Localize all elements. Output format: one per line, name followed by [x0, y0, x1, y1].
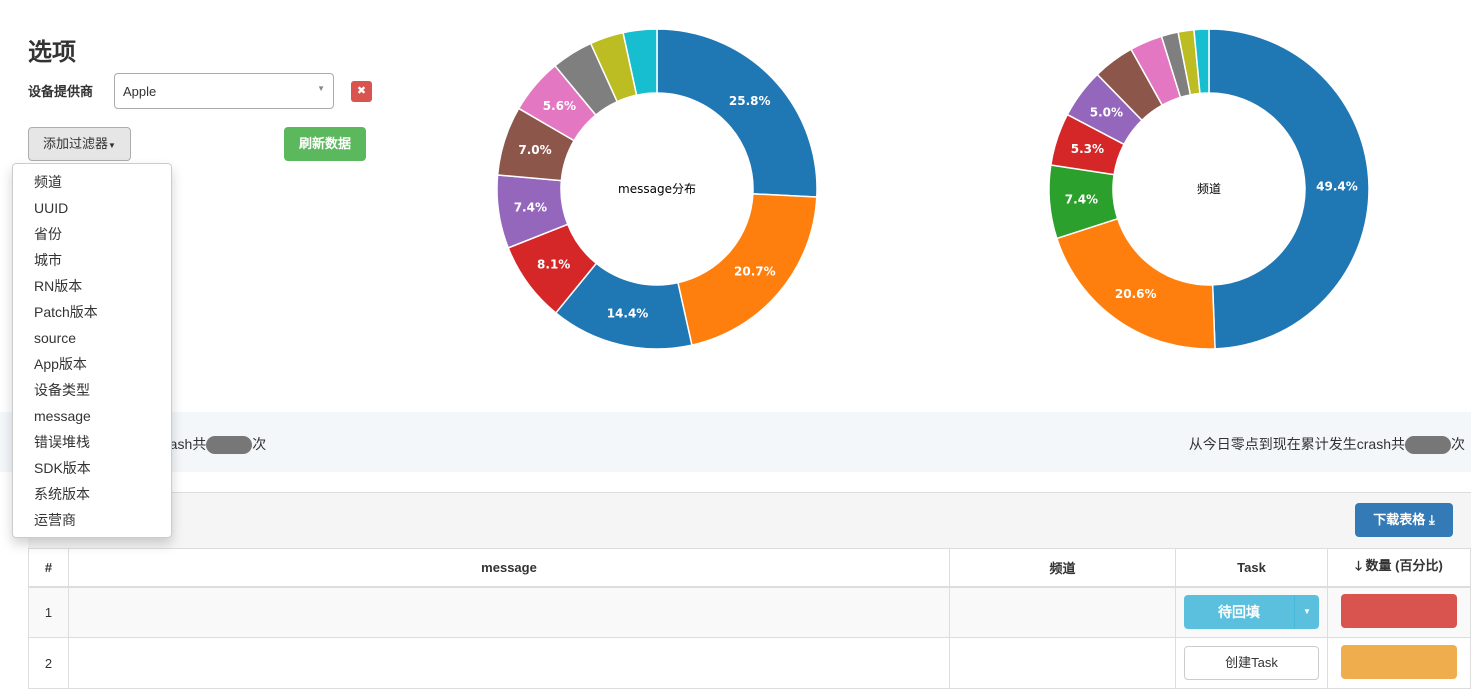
count-bar	[1341, 593, 1457, 628]
crash-info-bar: rash共次 从今日零点到现在累计发生crash共次	[0, 412, 1471, 472]
caret-down-icon[interactable]: ▼	[1294, 595, 1319, 630]
filter-dropdown-menu: 频道 UUID 省份 城市 RN版本 Patch版本 source App版本 设备类型 mess…	[12, 163, 172, 538]
download-icon: ⤓	[1428, 512, 1435, 527]
channel-cell	[949, 586, 1176, 638]
crash-table: # message 频道 Task 🡓 数量 (百分比) 1 待回填 ▼ 2 创建…	[28, 548, 1471, 689]
message-cell	[68, 637, 950, 689]
row-index: 2	[28, 637, 69, 689]
filter-menu-item[interactable]: 错误堆栈	[13, 429, 171, 455]
vendor-label: 设备提供商	[28, 84, 94, 99]
refresh-data-button[interactable]: 刷新数据	[284, 127, 366, 161]
vendor-value: Apple	[123, 84, 157, 99]
slice-label: 5.3%	[1071, 142, 1104, 156]
crash-count-today: 从今日零点到现在累计发生crash共次	[1189, 434, 1465, 455]
col-index: #	[28, 548, 69, 588]
slice-label: 20.7%	[734, 265, 776, 279]
arrow-down-icon: 🡓	[1355, 558, 1362, 574]
slice-label: 7.4%	[514, 200, 547, 214]
options-title: 选项	[28, 39, 76, 66]
col-message[interactable]: message	[68, 548, 950, 588]
filter-menu-item[interactable]: Patch版本	[13, 299, 171, 325]
filter-menu-item[interactable]: source	[13, 325, 171, 351]
task-status-button[interactable]: 待回填 ▼	[1184, 595, 1319, 630]
slice-label: 8.1%	[537, 258, 570, 272]
table-toolbar	[28, 492, 1471, 548]
slice-label: 7.4%	[1065, 192, 1098, 206]
caret-down-icon: ▼	[108, 141, 116, 150]
slice-label: 5.6%	[543, 99, 576, 113]
close-icon: ✖	[356, 85, 367, 97]
col-task[interactable]: Task	[1175, 548, 1328, 588]
create-task-button[interactable]: 创建Task	[1184, 646, 1319, 680]
filter-menu-item[interactable]: 系统版本	[13, 481, 171, 507]
filter-menu-item[interactable]: 省份	[13, 221, 171, 247]
table-row: 2 创建Task	[28, 637, 1471, 689]
channel-donut-chart: 49.4% 20.6% 7.4% 5.3% 5.0% 频道	[1048, 28, 1370, 350]
chart-title: 频道	[1197, 182, 1221, 196]
filter-menu-item[interactable]: SDK版本	[13, 455, 171, 481]
caret-down-icon: ▼	[317, 84, 325, 93]
crash-count-left: rash共次	[165, 434, 266, 455]
redacted-count	[1405, 436, 1451, 455]
table-row: 1 待回填 ▼	[28, 586, 1471, 638]
slice-label: 20.6%	[1115, 287, 1157, 301]
slice-label: 49.4%	[1316, 180, 1358, 194]
filter-menu-item[interactable]: 设备类型	[13, 377, 171, 403]
col-count[interactable]: 🡓 数量 (百分比)	[1327, 548, 1471, 588]
slice-label: 25.8%	[729, 94, 771, 108]
add-filter-button[interactable]: 添加过滤器▼	[28, 127, 131, 161]
donut-slice[interactable]	[1055, 217, 1216, 350]
chart-title: message分布	[618, 182, 696, 196]
slice-label: 14.4%	[607, 307, 649, 321]
channel-cell	[949, 637, 1176, 689]
col-channel[interactable]: 频道	[949, 548, 1176, 588]
add-filter-label: 添加过滤器	[43, 136, 109, 151]
download-table-button[interactable]: 下载表格 ⤓	[1355, 503, 1453, 537]
slice-label: 5.0%	[1090, 105, 1123, 119]
remove-filter-button[interactable]: ✖	[351, 81, 372, 102]
filter-menu-item[interactable]: RN版本	[13, 273, 171, 299]
redacted-count	[206, 436, 253, 455]
filter-menu-item[interactable]: message	[13, 403, 171, 429]
message-cell	[68, 586, 950, 638]
filter-menu-item[interactable]: 运营商	[13, 507, 171, 533]
filter-menu-item[interactable]: UUID	[13, 195, 171, 221]
count-bar	[1341, 644, 1457, 679]
message-donut-chart: 25.8% 20.7% 14.4% 8.1% 7.4% 7.0% 5.6% message分布	[496, 28, 818, 350]
filter-menu-item[interactable]: 城市	[13, 247, 171, 273]
vendor-select[interactable]: Apple ▼	[114, 73, 334, 109]
slice-label: 7.0%	[518, 143, 551, 157]
filter-menu-item[interactable]: App版本	[13, 351, 171, 377]
donut-slice[interactable]	[656, 28, 818, 198]
filter-menu-item[interactable]: 频道	[13, 169, 171, 195]
row-index: 1	[28, 586, 69, 638]
